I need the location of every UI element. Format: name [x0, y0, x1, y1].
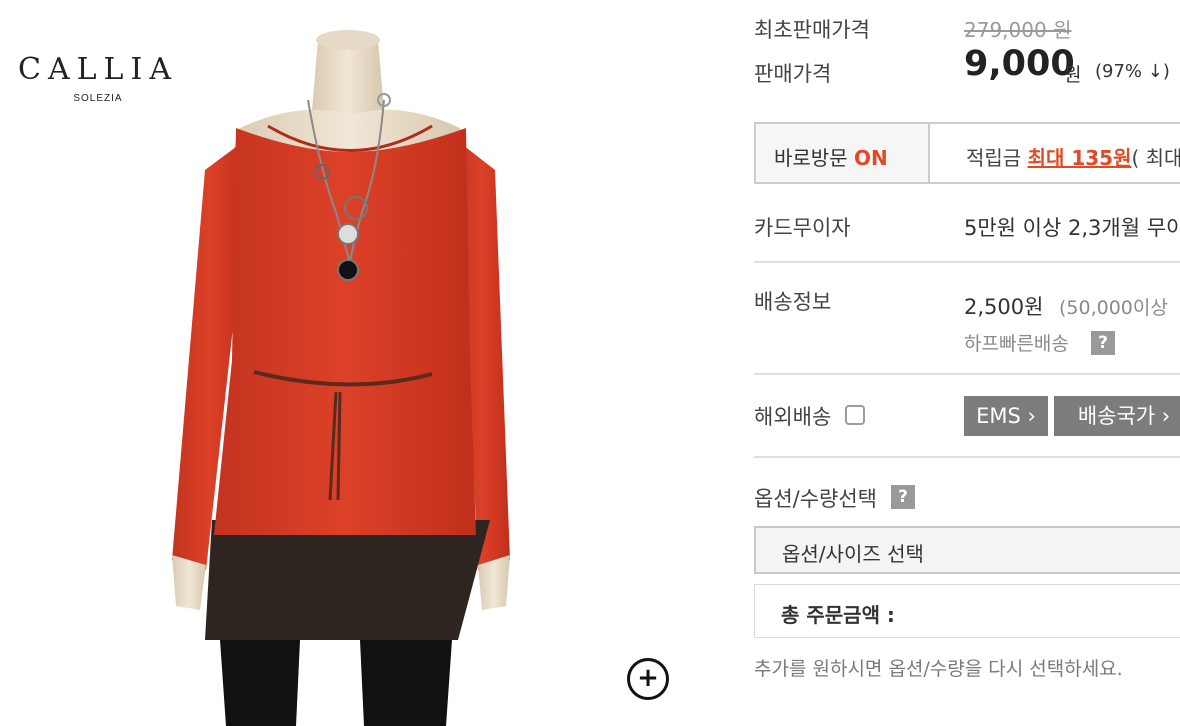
product-info: 최초판매가격 279,000 원 판매가격 9,000 원 (97% ↓) 바로…: [754, 0, 1180, 726]
zoom-button[interactable]: +: [627, 658, 669, 700]
plus-icon: +: [637, 663, 659, 693]
product-photo: [172, 30, 510, 726]
card-value: 5만원 이상 2,3개월 무이: [964, 216, 1180, 240]
total-amount-label: 총 주문금액 :: [781, 603, 895, 627]
visit-label: 바로방문: [774, 146, 848, 170]
original-price: 279,000 원: [964, 18, 1072, 42]
divider: [754, 456, 1180, 458]
overseas-label: 해외배송: [754, 405, 832, 429]
shipping-country-button[interactable]: 배송국가 ›: [1054, 396, 1180, 436]
brand-name: CALLIA: [18, 52, 178, 87]
sale-price: 9,000: [964, 44, 1075, 84]
ems-button[interactable]: EMS ›: [964, 396, 1048, 436]
options-help-icon[interactable]: ?: [891, 485, 915, 509]
discount-rate: (97% ↓): [1095, 61, 1170, 82]
points-label: 적립금: [966, 146, 1022, 170]
shipping-label: 배송정보: [754, 290, 832, 314]
visit-toggle[interactable]: 바로방문 ON: [756, 124, 930, 182]
overseas-checkbox[interactable]: [845, 405, 865, 425]
divider: [754, 261, 1180, 263]
points-info: 적립금 최대 135원( 최대: [930, 124, 1180, 182]
card-label: 카드무이자: [754, 216, 851, 240]
options-label: 옵션/수량선택: [754, 487, 877, 511]
shipping-condition: (50,000이상: [1059, 297, 1168, 319]
sale-price-label: 판매가격: [754, 62, 832, 86]
option-select-text: 옵션/사이즈 선택: [782, 542, 924, 566]
points-link[interactable]: 최대 135원: [1028, 146, 1132, 170]
original-price-label: 최초판매가격: [754, 18, 870, 42]
shipping-type: 하프빠른배송: [964, 333, 1069, 355]
product-image[interactable]: CALLIA SOLEZIA +: [0, 0, 700, 726]
option-size-select[interactable]: 옵션/사이즈 선택: [754, 526, 1180, 574]
total-amount-box: 총 주문금액 :: [754, 584, 1180, 638]
brand-sub: SOLEZIA: [73, 93, 123, 104]
brand-logo: CALLIA SOLEZIA: [18, 52, 178, 104]
option-hint: 추가를 원하시면 옵션/수량을 다시 선택하세요.: [754, 658, 1123, 680]
divider: [754, 373, 1180, 375]
currency: 원: [1064, 64, 1082, 86]
points-suffix: ( 최대: [1131, 146, 1180, 170]
visit-status: ON: [853, 146, 888, 170]
shipping-fee: 2,500원: [964, 295, 1044, 319]
visit-box: 바로방문 ON 적립금 최대 135원( 최대: [754, 122, 1180, 184]
shipping-help-icon[interactable]: ?: [1091, 331, 1115, 355]
